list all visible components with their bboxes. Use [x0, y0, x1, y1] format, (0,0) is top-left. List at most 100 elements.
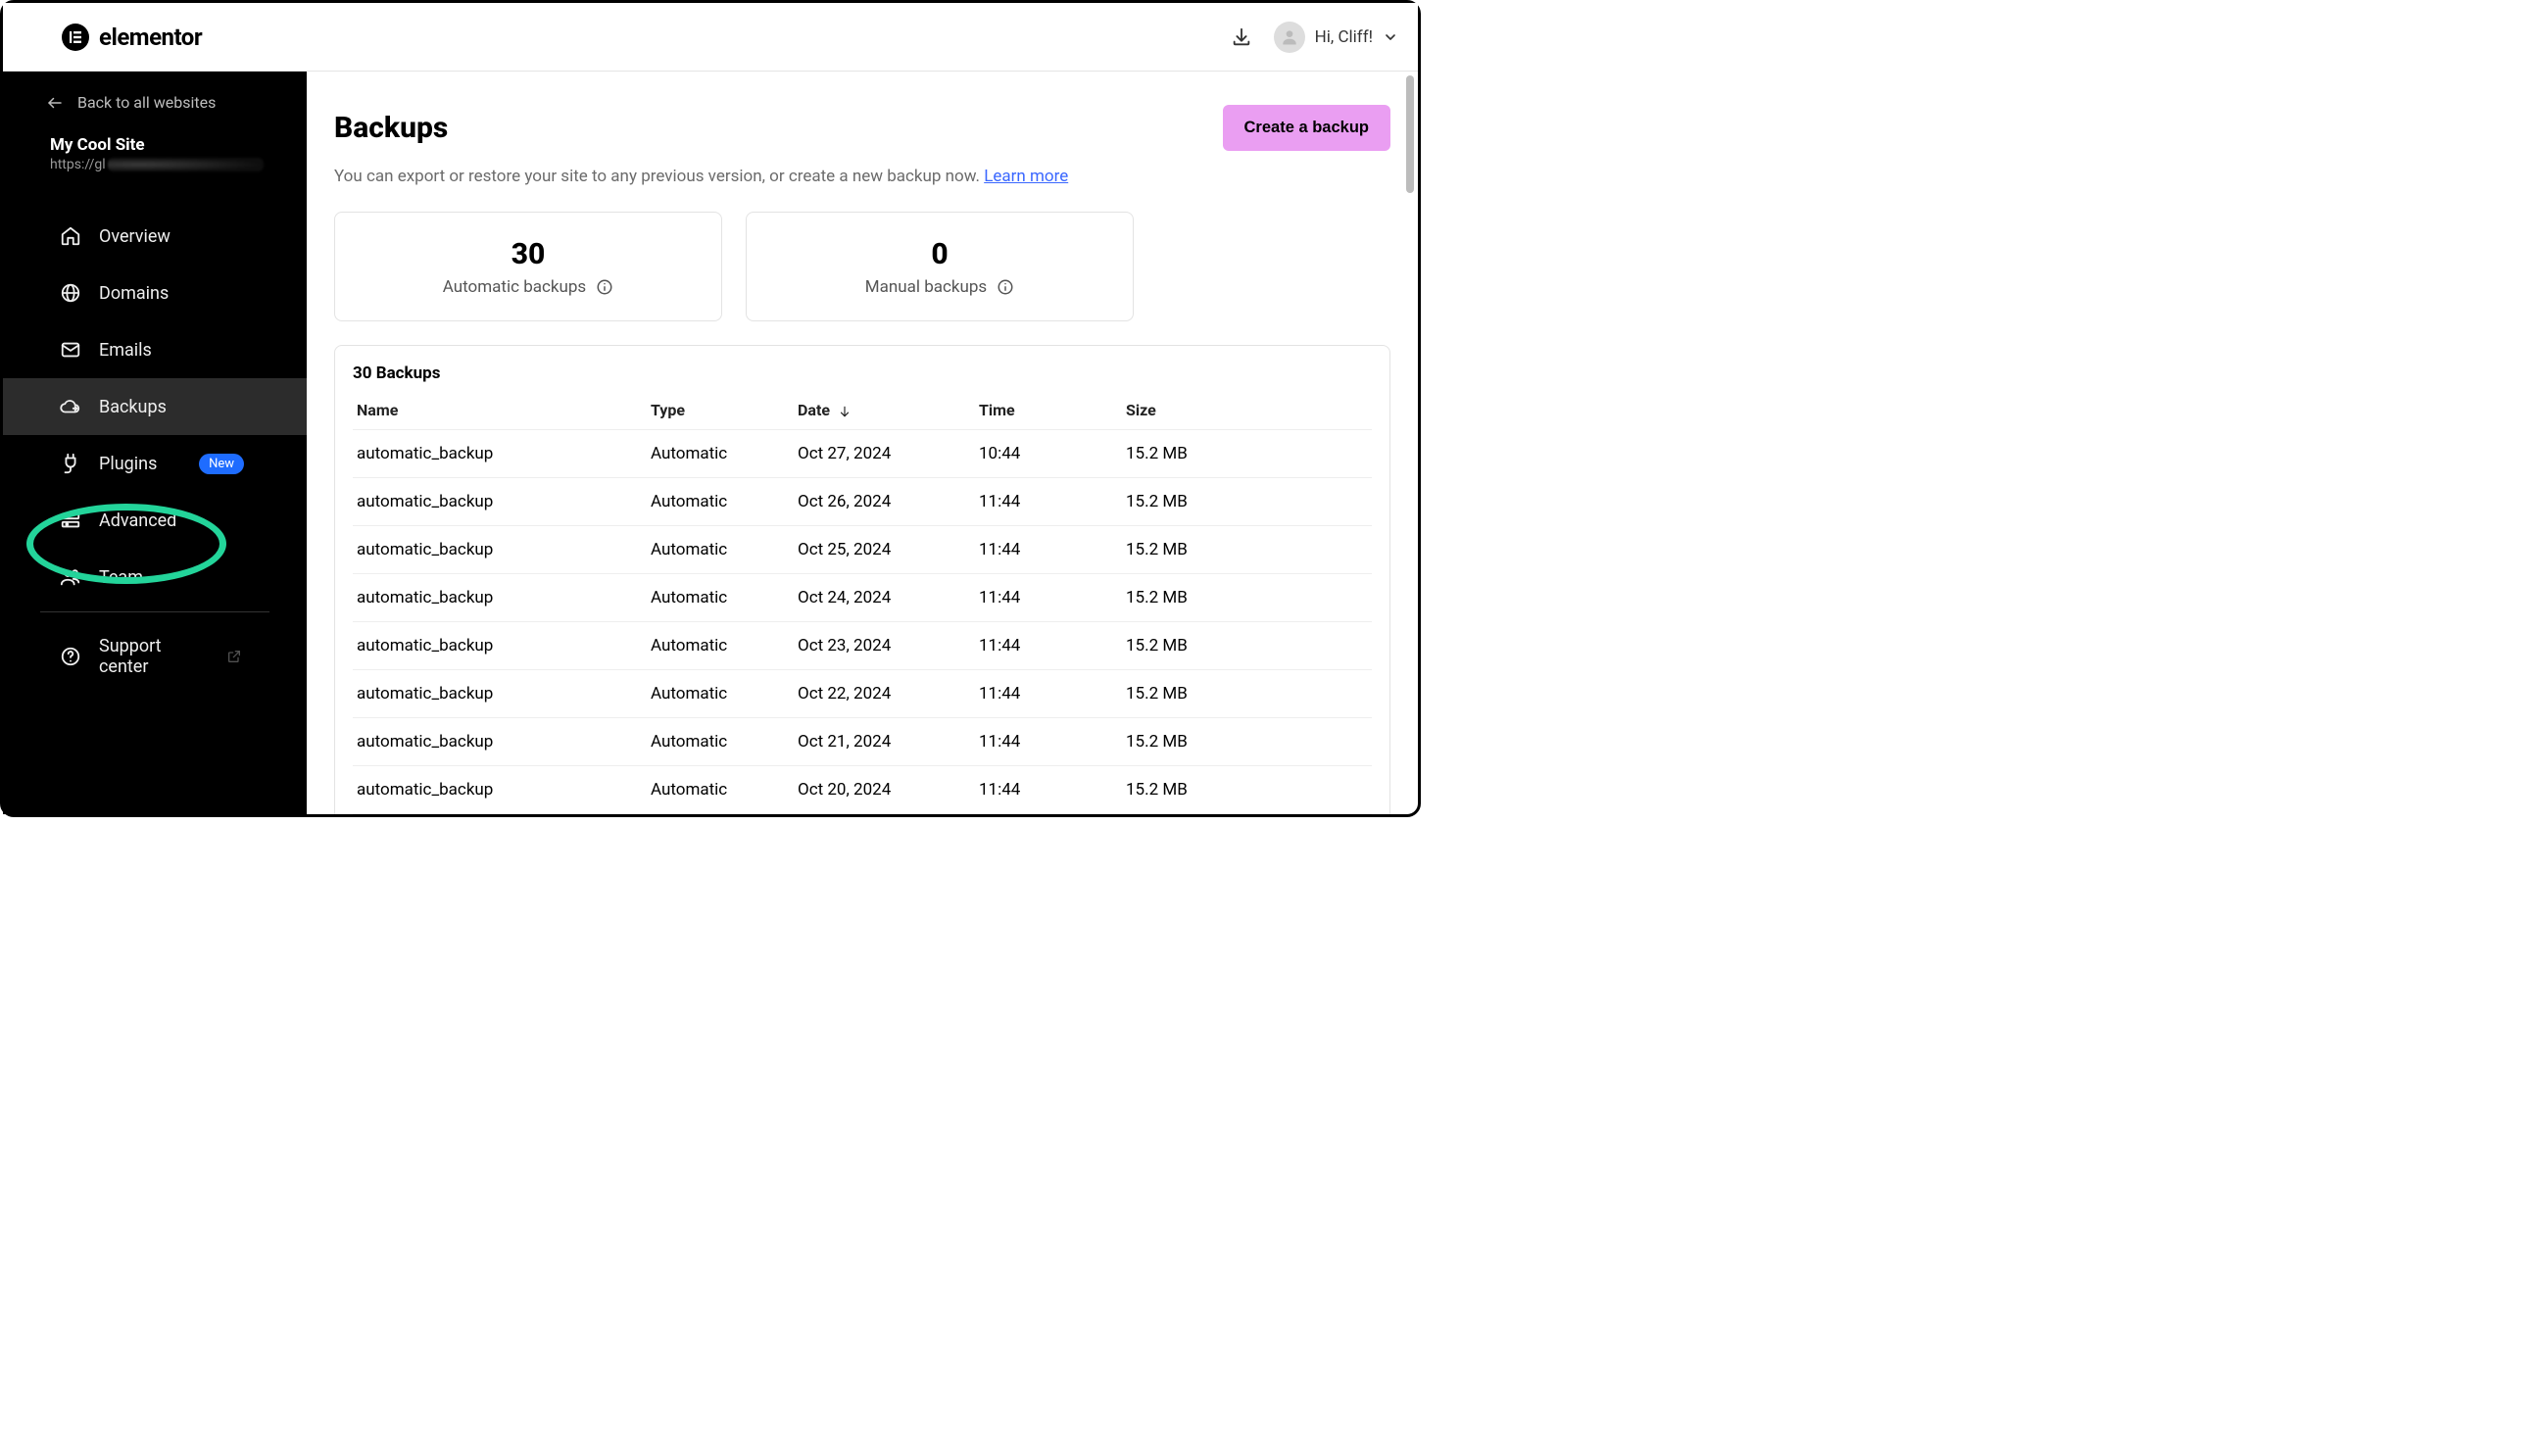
site-url: https://gl [50, 157, 264, 172]
cell-name: automatic_backup [353, 718, 647, 766]
cell-size: 15.2 MB [1122, 670, 1372, 718]
create-backup-button[interactable]: Create a backup [1223, 105, 1390, 151]
chevron-down-icon [1383, 29, 1398, 45]
help-icon [60, 646, 81, 667]
table-row[interactable]: automatic_backupAutomaticOct 19, 202411:… [353, 814, 1372, 815]
site-name: My Cool Site [50, 135, 264, 155]
col-name[interactable]: Name [353, 393, 647, 430]
table-row[interactable]: automatic_backupAutomaticOct 23, 202411:… [353, 622, 1372, 670]
cell-type: Automatic [647, 574, 794, 622]
avatar [1274, 22, 1305, 53]
cell-date: Oct 21, 2024 [794, 718, 975, 766]
stat-label: Automatic backups [443, 277, 586, 297]
home-icon [60, 225, 81, 247]
table-row[interactable]: automatic_backupAutomaticOct 20, 202411:… [353, 766, 1372, 814]
sidebar-item-label: Advanced [99, 510, 176, 531]
cell-time: 11:44 [975, 478, 1122, 526]
cell-size: 15.2 MB [1122, 814, 1372, 815]
mail-icon [60, 339, 81, 361]
stat-value: 0 [931, 237, 948, 271]
cell-date: Oct 24, 2024 [794, 574, 975, 622]
user-menu[interactable]: Hi, Cliff! [1274, 22, 1398, 53]
new-badge: New [199, 454, 244, 474]
download-icon[interactable] [1231, 26, 1252, 48]
backups-table: Name Type Date Time Size automatic_backu… [353, 393, 1372, 814]
plug-icon [60, 453, 81, 474]
page-subtext: You can export or restore your site to a… [334, 167, 1390, 186]
cell-name: automatic_backup [353, 526, 647, 574]
cell-date: Oct 25, 2024 [794, 526, 975, 574]
page-title: Backups [334, 111, 448, 145]
cell-type: Automatic [647, 622, 794, 670]
col-time[interactable]: Time [975, 393, 1122, 430]
sidebar-item-label: Emails [99, 340, 152, 361]
col-type[interactable]: Type [647, 393, 794, 430]
cell-time: 10:44 [975, 430, 1122, 478]
scrollbar-thumb[interactable] [1406, 75, 1414, 193]
col-date-label: Date [798, 401, 830, 419]
cell-size: 15.2 MB [1122, 478, 1372, 526]
stat-value: 30 [511, 237, 546, 271]
cell-date: Oct 27, 2024 [794, 430, 975, 478]
site-block: My Cool Site https://gl [3, 135, 307, 190]
sidebar-nav: Overview Domains Emails Backups [3, 208, 307, 695]
cell-size: 15.2 MB [1122, 622, 1372, 670]
info-icon[interactable] [596, 278, 613, 296]
page-subtext-text: You can export or restore your site to a… [334, 167, 980, 186]
table-row[interactable]: automatic_backupAutomaticOct 24, 202411:… [353, 574, 1372, 622]
redacted-smudge [108, 158, 264, 171]
scrollbar[interactable] [1404, 72, 1416, 814]
table-row[interactable]: automatic_backupAutomaticOct 25, 202411:… [353, 526, 1372, 574]
table-row[interactable]: automatic_backupAutomaticOct 21, 202411:… [353, 718, 1372, 766]
cell-type: Automatic [647, 814, 794, 815]
cell-name: automatic_backup [353, 766, 647, 814]
cell-date: Oct 26, 2024 [794, 478, 975, 526]
cell-name: automatic_backup [353, 814, 647, 815]
col-size[interactable]: Size [1122, 393, 1372, 430]
info-icon[interactable] [997, 278, 1014, 296]
col-date[interactable]: Date [794, 393, 975, 430]
greeting-text: Hi, Cliff! [1315, 27, 1373, 47]
brand-logo-text: elementor [99, 24, 202, 51]
sidebar-item-overview[interactable]: Overview [3, 208, 307, 265]
table-row[interactable]: automatic_backupAutomaticOct 26, 202411:… [353, 478, 1372, 526]
cell-date: Oct 22, 2024 [794, 670, 975, 718]
sidebar-item-emails[interactable]: Emails [3, 321, 307, 378]
brand-logo-mark [62, 24, 89, 51]
sidebar-item-backups[interactable]: Backups [3, 378, 307, 435]
back-label: Back to all websites [77, 93, 216, 112]
app-header: elementor Hi, Cliff! [3, 3, 1418, 72]
table-title: 30 Backups [353, 364, 1372, 383]
globe-icon [60, 282, 81, 304]
site-url-prefix: https://gl [50, 157, 106, 172]
cell-size: 15.2 MB [1122, 430, 1372, 478]
cell-size: 15.2 MB [1122, 718, 1372, 766]
sidebar-item-label: Domains [99, 283, 169, 304]
main-content: Backups Create a backup You can export o… [307, 72, 1418, 814]
sidebar-item-team[interactable]: Team [3, 549, 307, 606]
sidebar-item-advanced[interactable]: Advanced [3, 492, 307, 549]
table-row[interactable]: automatic_backupAutomaticOct 22, 202411:… [353, 670, 1372, 718]
cell-name: automatic_backup [353, 430, 647, 478]
sidebar-item-domains[interactable]: Domains [3, 265, 307, 321]
cell-date: Oct 23, 2024 [794, 622, 975, 670]
back-to-websites-link[interactable]: Back to all websites [3, 93, 307, 135]
cell-name: automatic_backup [353, 478, 647, 526]
learn-more-link[interactable]: Learn more [984, 167, 1068, 186]
table-row[interactable]: automatic_backupAutomaticOct 27, 202410:… [353, 430, 1372, 478]
cell-type: Automatic [647, 766, 794, 814]
cell-type: Automatic [647, 478, 794, 526]
sidebar-item-plugins[interactable]: Plugins New [3, 435, 307, 492]
sidebar: Back to all websites My Cool Site https:… [3, 72, 307, 814]
stat-card-manual: 0 Manual backups [746, 212, 1134, 321]
cell-time: 11:44 [975, 766, 1122, 814]
brand-logo[interactable]: elementor [62, 24, 202, 51]
sidebar-item-label: Backups [99, 397, 167, 417]
sidebar-item-label: Team [99, 567, 143, 588]
cell-time: 11:44 [975, 718, 1122, 766]
team-icon [60, 566, 81, 588]
backups-table-wrap: 30 Backups Name Type Date Time [334, 345, 1390, 814]
sort-desc-icon [838, 405, 852, 418]
cell-time: 11:44 [975, 622, 1122, 670]
sidebar-item-support[interactable]: Support center [3, 618, 307, 695]
